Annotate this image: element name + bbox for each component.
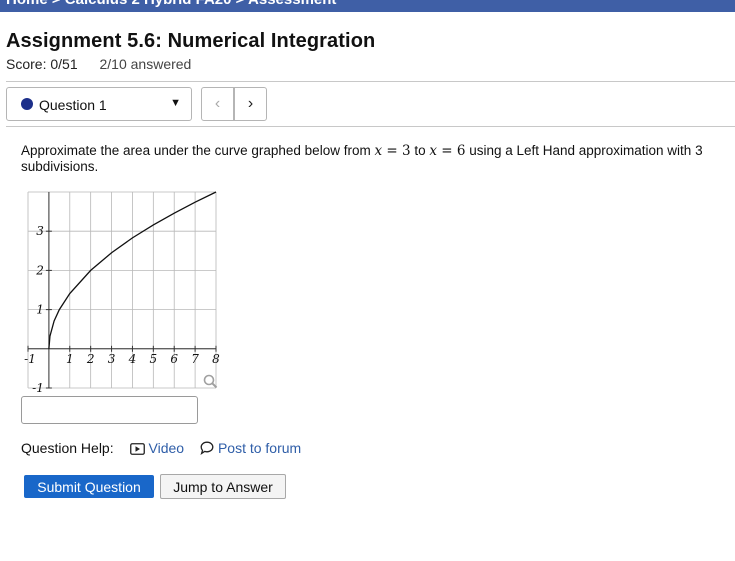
divider-top [6, 81, 735, 82]
top-nav-bar: Home > Calculus 2 Hybrid FA20 > Assessme… [0, 0, 735, 12]
score-text: Score: 0/51 [6, 56, 78, 72]
x-tick-label: 1 [66, 352, 74, 366]
post-to-forum-link[interactable]: Post to forum [218, 440, 301, 456]
prompt-var: x [374, 143, 383, 159]
x-tick-label: 2 [86, 352, 95, 366]
y-tick-label: -1 [32, 381, 44, 395]
y-tick-label: 2 [35, 263, 44, 277]
prompt-bound-upper: = 6 [436, 143, 466, 159]
caret-down-icon: ▼ [170, 97, 181, 109]
prompt-text: to [410, 143, 430, 158]
prompt-var: x [429, 143, 437, 159]
submit-question-button[interactable]: Submit Question [24, 475, 154, 498]
chevron-left-icon: ‹ [214, 95, 221, 112]
x-tick-label: 7 [191, 352, 199, 366]
video-link[interactable]: Video [149, 440, 185, 456]
answer-input[interactable] [21, 396, 198, 424]
prompt-text: Approximate the area under the curve gra… [21, 143, 375, 158]
previous-question-button[interactable]: ‹ [201, 87, 234, 121]
video-icon[interactable] [129, 442, 145, 458]
magnify-icon[interactable] [203, 374, 218, 389]
x-tick-label: 6 [170, 352, 178, 366]
question-select[interactable]: Question 1 ▼ [6, 87, 192, 121]
x-tick-label: -1 [24, 352, 36, 366]
y-tick-label: 1 [36, 303, 44, 317]
answered-count: 2/10 answered [99, 56, 192, 72]
x-tick-label: 4 [128, 352, 137, 366]
chevron-right-icon: › [247, 95, 254, 112]
x-tick-label: 5 [150, 352, 158, 366]
score-row: Score: 0/51 2/10 answered [6, 56, 191, 72]
function-graph: -1 1 2 3 4 5 6 7 8-1123 [24, 191, 220, 395]
x-tick-label: 3 [108, 352, 116, 366]
divider-question [6, 126, 735, 127]
question-select-label: Question 1 [39, 97, 107, 113]
assignment-title: Assignment 5.6: Numerical Integration [6, 30, 376, 52]
question-help: Question Help: Video Post to forum [21, 440, 301, 458]
forum-bubble-icon[interactable] [200, 441, 214, 458]
help-label: Question Help: [21, 440, 114, 456]
breadcrumb[interactable]: Home > Calculus 2 Hybrid FA20 > Assessme… [6, 0, 336, 8]
question-prompt: Approximate the area under the curve gra… [21, 143, 721, 175]
jump-to-answer-button[interactable]: Jump to Answer [160, 474, 286, 499]
question-status-icon [21, 98, 33, 110]
next-question-button[interactable]: › [234, 87, 267, 121]
x-tick-label: 8 [212, 352, 220, 366]
prompt-bound-lower: = 3 [382, 143, 411, 159]
y-tick-label: 3 [36, 224, 44, 238]
